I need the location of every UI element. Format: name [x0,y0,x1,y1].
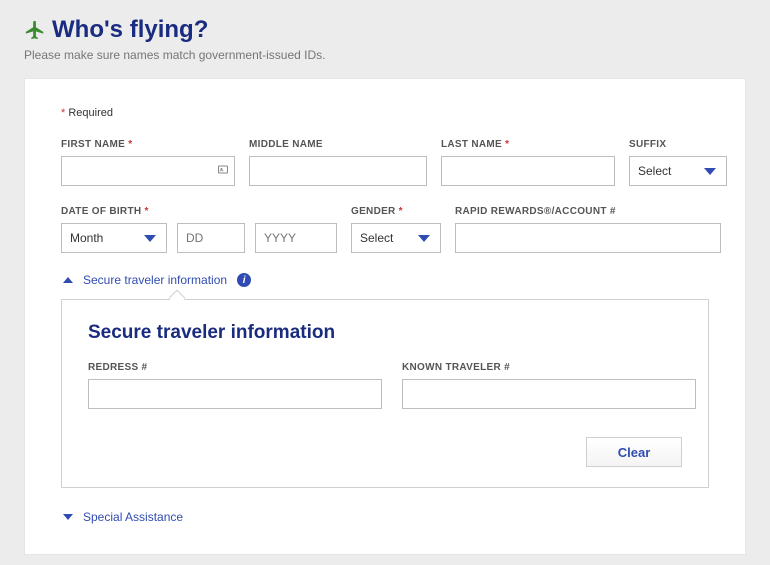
chevron-down-icon [144,235,156,242]
last-name-field: LAST NAME * [441,139,615,186]
page-title: Who's flying? [52,16,208,44]
suffix-select-text: Select [638,164,671,178]
page-header: Who's flying? [24,16,746,44]
form-card: * Required FIRST NAME * MIDDLE NAME LAST… [24,78,746,555]
redress-label: REDRESS # [88,362,382,373]
name-row: FIRST NAME * MIDDLE NAME LAST NAME * SUF… [61,139,709,186]
special-assistance-toggle[interactable]: Special Assistance [61,510,709,524]
rapid-rewards-field: RAPID REWARDS®/ACCOUNT # [455,206,721,253]
middle-name-label: MIDDLE NAME [249,139,427,150]
suffix-field: SUFFIX Select [629,139,727,186]
gender-select[interactable]: Select [351,223,441,253]
secure-traveler-panel-wrap: Secure traveler information REDRESS # KN… [61,299,709,488]
known-traveler-label: KNOWN TRAVELER # [402,362,696,373]
last-name-label: LAST NAME * [441,139,615,150]
rapid-rewards-label: RAPID REWARDS®/ACCOUNT # [455,206,721,217]
redress-field: REDRESS # [88,362,382,409]
chevron-down-icon [704,168,716,175]
secure-traveler-row: REDRESS # KNOWN TRAVELER # [88,362,682,409]
required-text: Required [65,107,113,119]
required-note: * Required [61,107,709,119]
suffix-select[interactable]: Select [629,156,727,186]
known-traveler-field: KNOWN TRAVELER # [402,362,696,409]
info-icon[interactable]: i [237,273,251,287]
gender-label: GENDER * [351,206,441,217]
suffix-label: SUFFIX [629,139,727,150]
dob-year-input[interactable] [255,223,337,253]
secure-traveler-title: Secure traveler information [88,322,682,344]
page-subtitle: Please make sure names match government-… [24,48,746,62]
last-name-input[interactable] [441,156,615,186]
first-name-field: FIRST NAME * [61,139,235,186]
special-assistance-label: Special Assistance [83,510,183,524]
dob-month-text: Month [70,231,103,245]
first-name-input[interactable] [61,156,235,186]
secure-traveler-toggle-label: Secure traveler information [83,273,227,287]
dob-day-input[interactable] [177,223,245,253]
clear-button[interactable]: Clear [586,437,682,467]
rapid-rewards-input[interactable] [455,223,721,253]
dob-label: DATE OF BIRTH * [61,206,337,217]
gender-field: GENDER * Select [351,206,441,253]
dob-field: DATE OF BIRTH * Month [61,206,337,253]
first-name-label: FIRST NAME * [61,139,235,150]
middle-name-input[interactable] [249,156,427,186]
middle-name-field: MIDDLE NAME [249,139,427,186]
contact-card-icon [217,164,229,179]
chevron-down-icon [418,235,430,242]
secure-panel-footer: Clear [88,437,682,467]
redress-input[interactable] [88,379,382,409]
chevron-down-icon [63,514,73,520]
airplane-icon [24,19,46,41]
secure-traveler-toggle[interactable]: Secure traveler information i [61,273,709,287]
dob-month-select[interactable]: Month [61,223,167,253]
gender-select-text: Select [360,231,393,245]
secure-traveler-panel: Secure traveler information REDRESS # KN… [61,299,709,488]
details-row: DATE OF BIRTH * Month GENDER * Select RA… [61,206,709,253]
known-traveler-input[interactable] [402,379,696,409]
chevron-up-icon [63,277,73,283]
